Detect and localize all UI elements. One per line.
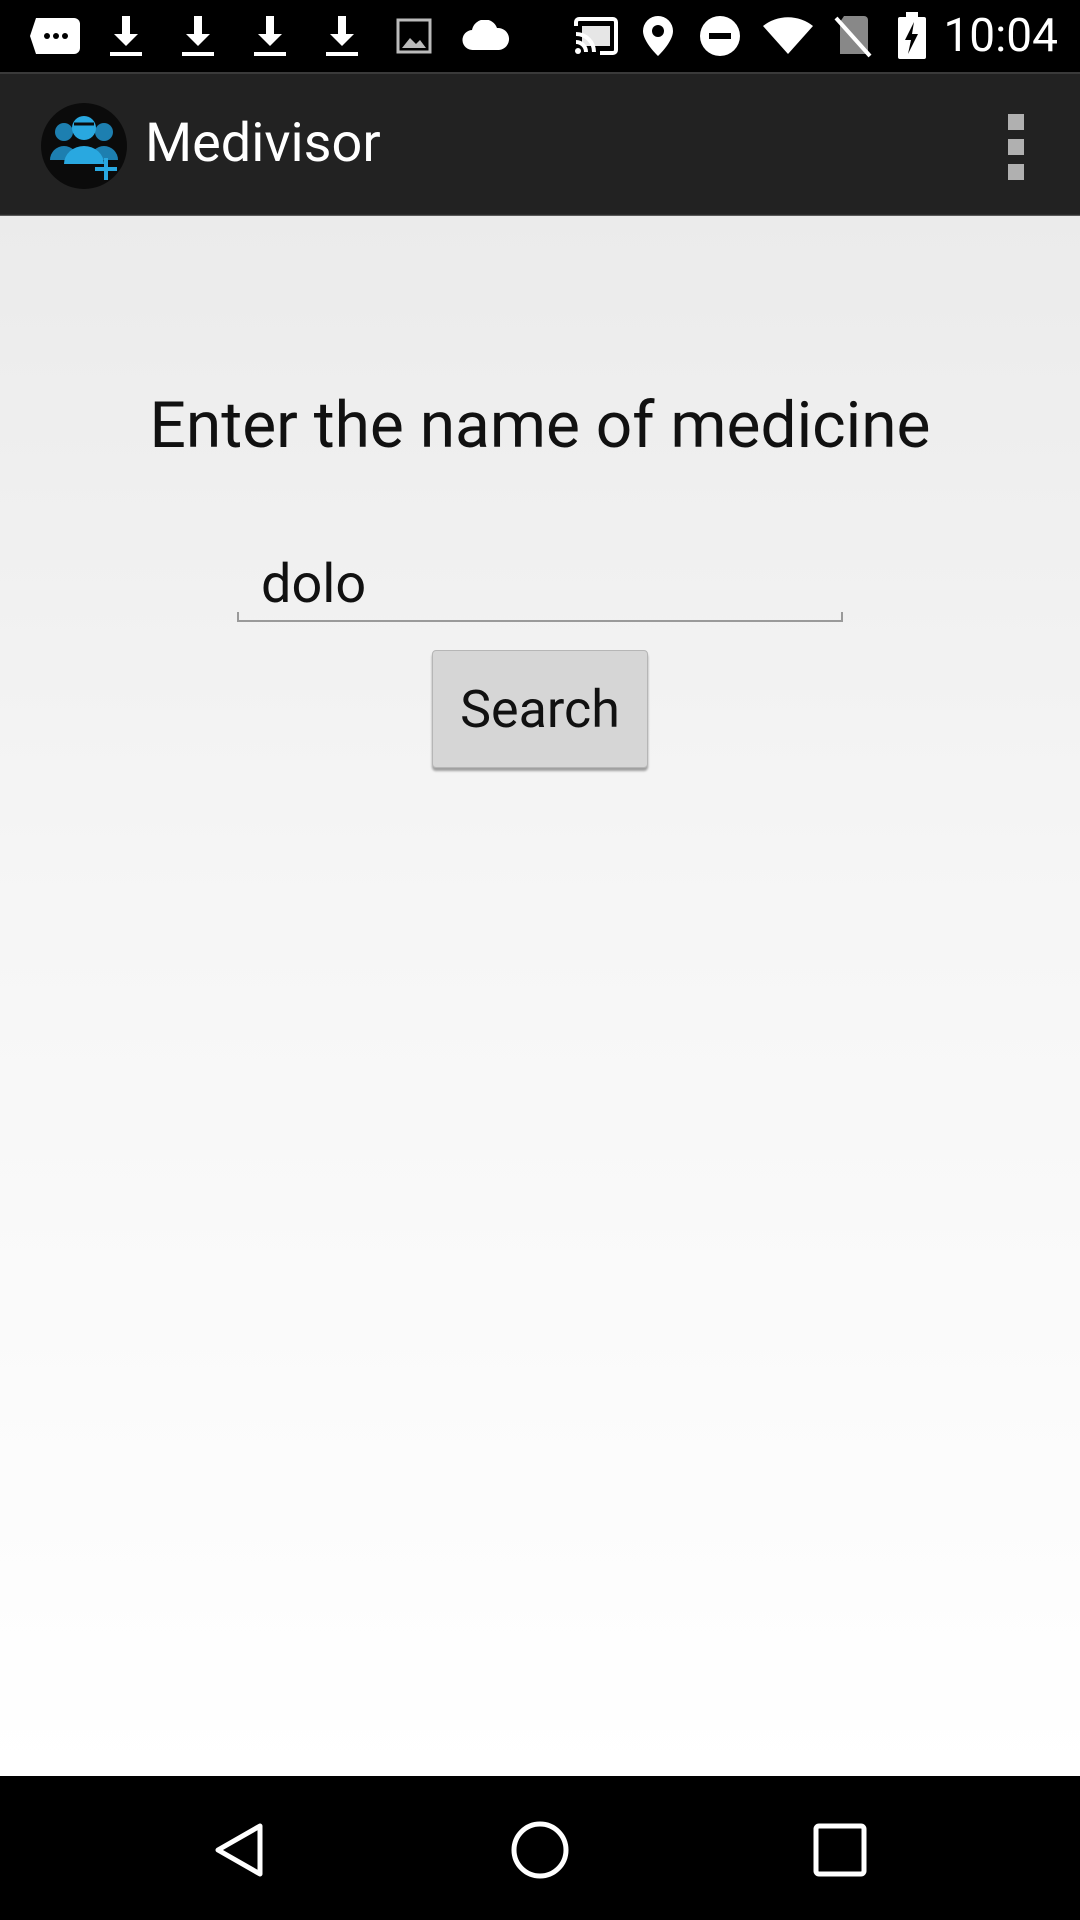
medicine-search-field[interactable] xyxy=(237,546,843,626)
back-icon[interactable] xyxy=(208,1818,272,1882)
action-bar: Medivisor xyxy=(0,72,1080,218)
cast-icon xyxy=(570,14,622,58)
status-bar: 10:04 xyxy=(0,0,1080,72)
message-icon xyxy=(26,14,84,58)
cloud-icon xyxy=(460,14,512,58)
input-underline xyxy=(237,612,843,622)
download-icon xyxy=(178,14,218,58)
download-icon xyxy=(250,14,290,58)
overflow-menu-icon[interactable] xyxy=(996,114,1036,180)
status-time: 10:04 xyxy=(943,9,1058,63)
battery-charging-icon xyxy=(894,12,930,59)
download-icon xyxy=(322,14,362,58)
medicine-prompt: Enter the name of medicine xyxy=(149,388,931,463)
navigation-bar xyxy=(0,1776,1080,1920)
image-icon xyxy=(394,14,434,58)
download-icon xyxy=(106,14,146,58)
medicine-search-input[interactable] xyxy=(237,546,843,622)
wifi-icon xyxy=(760,14,816,58)
home-icon[interactable] xyxy=(508,1818,572,1882)
medivisor-logo-icon[interactable] xyxy=(40,102,128,190)
app-title: Medivisor xyxy=(145,112,381,175)
do-not-disturb-icon xyxy=(696,14,744,58)
main-content: Enter the name of medicine Search xyxy=(0,216,1080,1776)
no-sim-icon xyxy=(830,14,874,58)
recents-icon[interactable] xyxy=(808,1818,872,1882)
location-icon xyxy=(638,14,678,58)
search-button[interactable]: Search xyxy=(432,650,648,768)
